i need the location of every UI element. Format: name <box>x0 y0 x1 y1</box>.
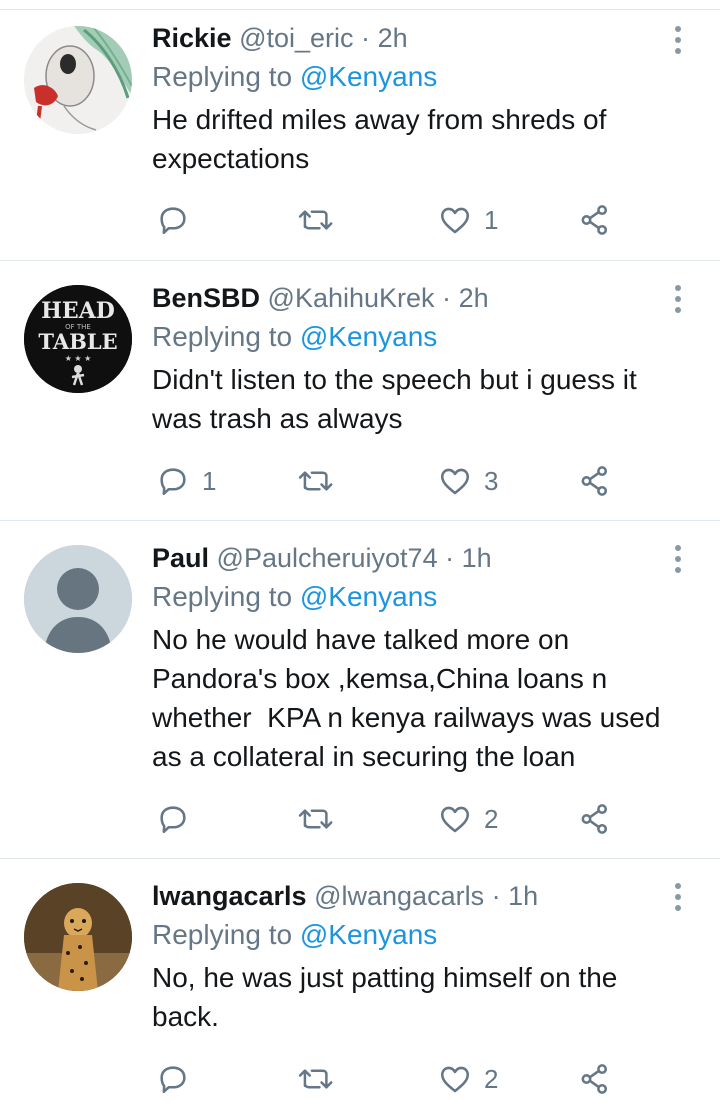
share-icon <box>581 205 608 235</box>
replying-to-label: Replying to <box>152 61 300 92</box>
tweet-header: Rickie @toi_eric · 2h <box>152 20 680 56</box>
timestamp[interactable]: 2h <box>459 283 489 313</box>
reply-icon <box>160 207 186 235</box>
user-handle[interactable]: @toi_eric <box>239 23 353 53</box>
retweet-button[interactable] <box>298 461 346 501</box>
tweet-text: No he would have talked more on Pandora'… <box>152 624 661 772</box>
replying-to-label: Replying to <box>152 581 300 612</box>
tweet[interactable]: Paul @Paulcheruiyot74 · 1h Replying to @… <box>0 521 720 859</box>
retweet-icon <box>298 809 333 829</box>
share-button[interactable] <box>578 461 612 501</box>
timestamp[interactable]: 1h <box>462 543 492 573</box>
avatar[interactable] <box>24 883 132 991</box>
like-button[interactable]: 2 <box>438 1059 498 1099</box>
display-name[interactable]: lwangacarls <box>152 881 307 911</box>
like-button[interactable]: 1 <box>438 200 498 240</box>
retweet-icon <box>298 1069 333 1089</box>
mention-link[interactable]: @Kenyans <box>300 61 437 92</box>
like-count: 3 <box>484 465 499 496</box>
replying-to: Replying to @Kenyans <box>152 578 680 616</box>
reply-icon <box>160 806 186 834</box>
retweet-button[interactable] <box>298 200 346 240</box>
mention-link[interactable]: @Kenyans <box>300 919 437 950</box>
share-icon <box>581 1064 608 1094</box>
reply-button[interactable] <box>156 799 202 839</box>
reply-button[interactable] <box>156 200 202 240</box>
replying-to: Replying to @Kenyans <box>152 58 680 96</box>
replying-to-label: Replying to <box>152 321 300 352</box>
tweet-actions: 1 3 <box>152 461 632 501</box>
separator: · <box>442 283 452 313</box>
avatar-text: TABLE <box>38 329 117 354</box>
user-handle[interactable]: @Paulcheruiyot74 <box>217 543 438 573</box>
reply-count: 1 <box>202 465 217 496</box>
tweet[interactable]: Rickie @toi_eric · 2h Replying to @Kenya… <box>0 10 720 261</box>
tweet-text: Didn't listen to the speech but i guess … <box>152 364 637 434</box>
timestamp[interactable]: 2h <box>378 23 408 53</box>
retweet-button[interactable] <box>298 1059 346 1099</box>
like-count: 2 <box>484 1063 499 1094</box>
timestamp[interactable]: 1h <box>508 881 538 911</box>
replying-to: Replying to @Kenyans <box>152 916 680 954</box>
share-button[interactable] <box>578 799 612 839</box>
like-count: 1 <box>484 204 499 235</box>
heart-icon <box>440 1066 470 1093</box>
display-name[interactable]: BenSBD <box>152 283 260 313</box>
user-handle[interactable]: @KahihuKrek <box>268 283 435 313</box>
share-button[interactable] <box>578 1059 612 1099</box>
heart-icon <box>440 207 470 234</box>
share-icon <box>581 804 608 834</box>
replying-to-label: Replying to <box>152 919 300 950</box>
retweet-icon <box>298 210 333 230</box>
avatar-text: ★ ★ ★ <box>65 354 92 363</box>
tweet[interactable]: HEAD OF THE TABLE ★ ★ ★ BenSBD @KahihuKr… <box>0 261 720 521</box>
user-handle[interactable]: @lwangacarls <box>314 881 484 911</box>
heart-icon <box>440 806 470 833</box>
reply-icon <box>160 1066 186 1094</box>
reply-icon <box>160 468 186 496</box>
separator: · <box>491 881 501 911</box>
tweet-text: No, he was just patting himself on the b… <box>152 962 618 1032</box>
tweet-header: Paul @Paulcheruiyot74 · 1h <box>152 540 680 576</box>
like-count: 2 <box>484 803 499 834</box>
avatar[interactable]: HEAD OF THE TABLE ★ ★ ★ <box>24 285 132 393</box>
tweet-text: He drifted miles away from shreds of exp… <box>152 104 607 174</box>
like-button[interactable]: 2 <box>438 799 498 839</box>
reply-button[interactable] <box>156 1059 202 1099</box>
avatar[interactable] <box>24 26 132 134</box>
mention-link[interactable]: @Kenyans <box>300 581 437 612</box>
tweet-actions: 2 <box>152 799 632 839</box>
replying-to: Replying to @Kenyans <box>152 318 680 356</box>
tweet-header: lwangacarls @lwangacarls · 1h <box>152 878 680 914</box>
avatar[interactable] <box>24 545 132 653</box>
separator: · <box>361 23 371 53</box>
share-button[interactable] <box>578 200 612 240</box>
heart-icon <box>440 468 470 495</box>
retweet-icon <box>298 471 333 491</box>
tweet-actions: 1 <box>152 200 632 240</box>
display-name[interactable]: Paul <box>152 543 209 573</box>
reply-button[interactable]: 1 <box>156 461 216 501</box>
tweet-header: BenSBD @KahihuKrek · 2h <box>152 280 680 316</box>
avatar-text: HEAD <box>41 298 115 324</box>
separator: · <box>445 543 455 573</box>
retweet-button[interactable] <box>298 799 346 839</box>
share-icon <box>581 466 608 496</box>
display-name[interactable]: Rickie <box>152 23 232 53</box>
tweet-actions: 2 <box>152 1059 632 1099</box>
tweet[interactable]: lwangacarls @lwangacarls · 1h Replying t… <box>0 859 720 1116</box>
like-button[interactable]: 3 <box>438 461 498 501</box>
mention-link[interactable]: @Kenyans <box>300 321 437 352</box>
